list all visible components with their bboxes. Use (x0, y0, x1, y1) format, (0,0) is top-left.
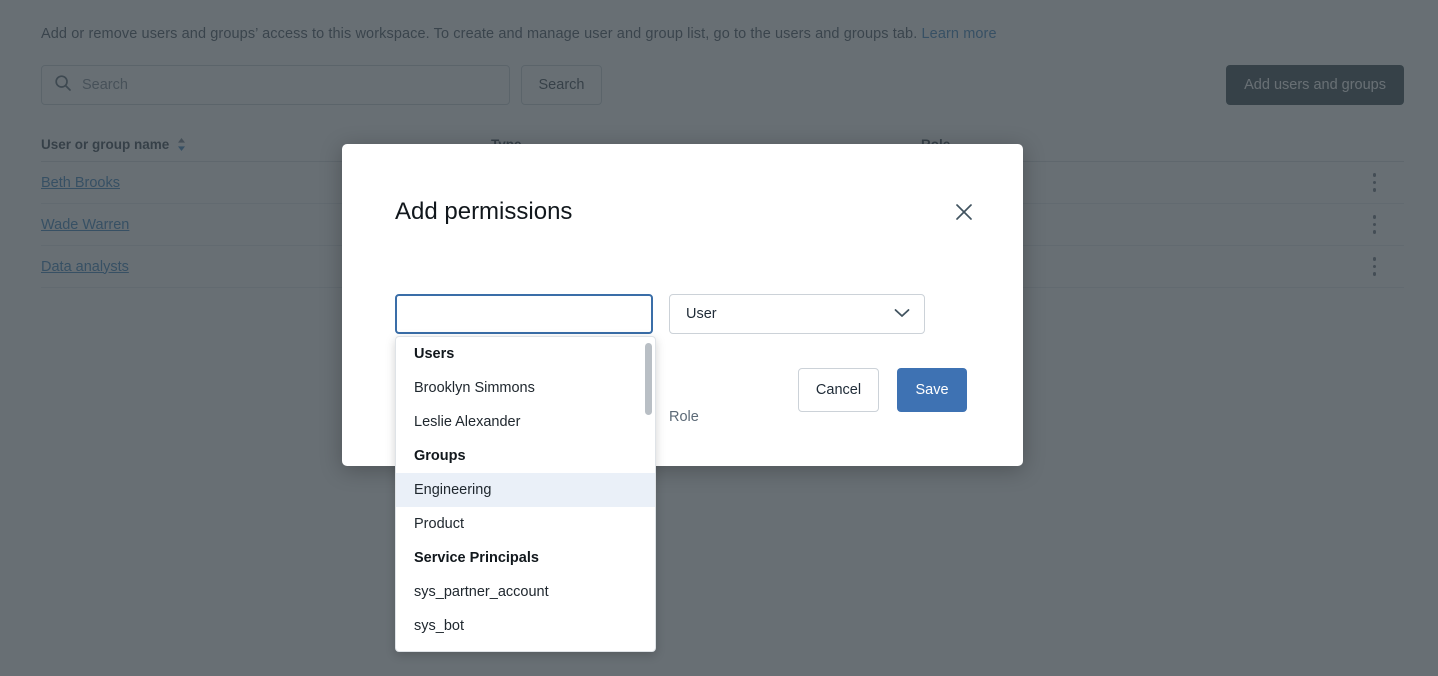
dropdown-option[interactable]: sys_bot (396, 609, 655, 643)
role-select[interactable]: User (669, 294, 925, 334)
save-button[interactable]: Save (897, 368, 967, 412)
dropdown-option[interactable]: Engineering (396, 473, 655, 507)
chevron-down-icon (894, 306, 910, 322)
scrollbar-thumb[interactable] (645, 343, 652, 415)
dropdown-group-header: Service Principals (396, 541, 655, 575)
principal-input[interactable] (395, 294, 653, 334)
dropdown-option[interactable]: Leslie Alexander (396, 405, 655, 439)
dropdown-group-header: Users (396, 337, 655, 371)
dropdown-option[interactable]: Brooklyn Simmons (396, 371, 655, 405)
dropdown-list: Users Brooklyn Simmons Leslie Alexander … (396, 337, 655, 643)
role-select-value: User (686, 306, 717, 322)
principal-dropdown[interactable]: Users Brooklyn Simmons Leslie Alexander … (395, 336, 656, 652)
dropdown-group-header: Groups (396, 439, 655, 473)
dialog-actions: Cancel Save (798, 368, 967, 412)
dropdown-option[interactable]: Product (396, 507, 655, 541)
role-field-label: Role (669, 409, 699, 425)
dialog-title: Add permissions (395, 198, 572, 226)
cancel-button[interactable]: Cancel (798, 368, 879, 412)
close-icon[interactable] (951, 200, 977, 226)
dropdown-option[interactable]: sys_partner_account (396, 575, 655, 609)
